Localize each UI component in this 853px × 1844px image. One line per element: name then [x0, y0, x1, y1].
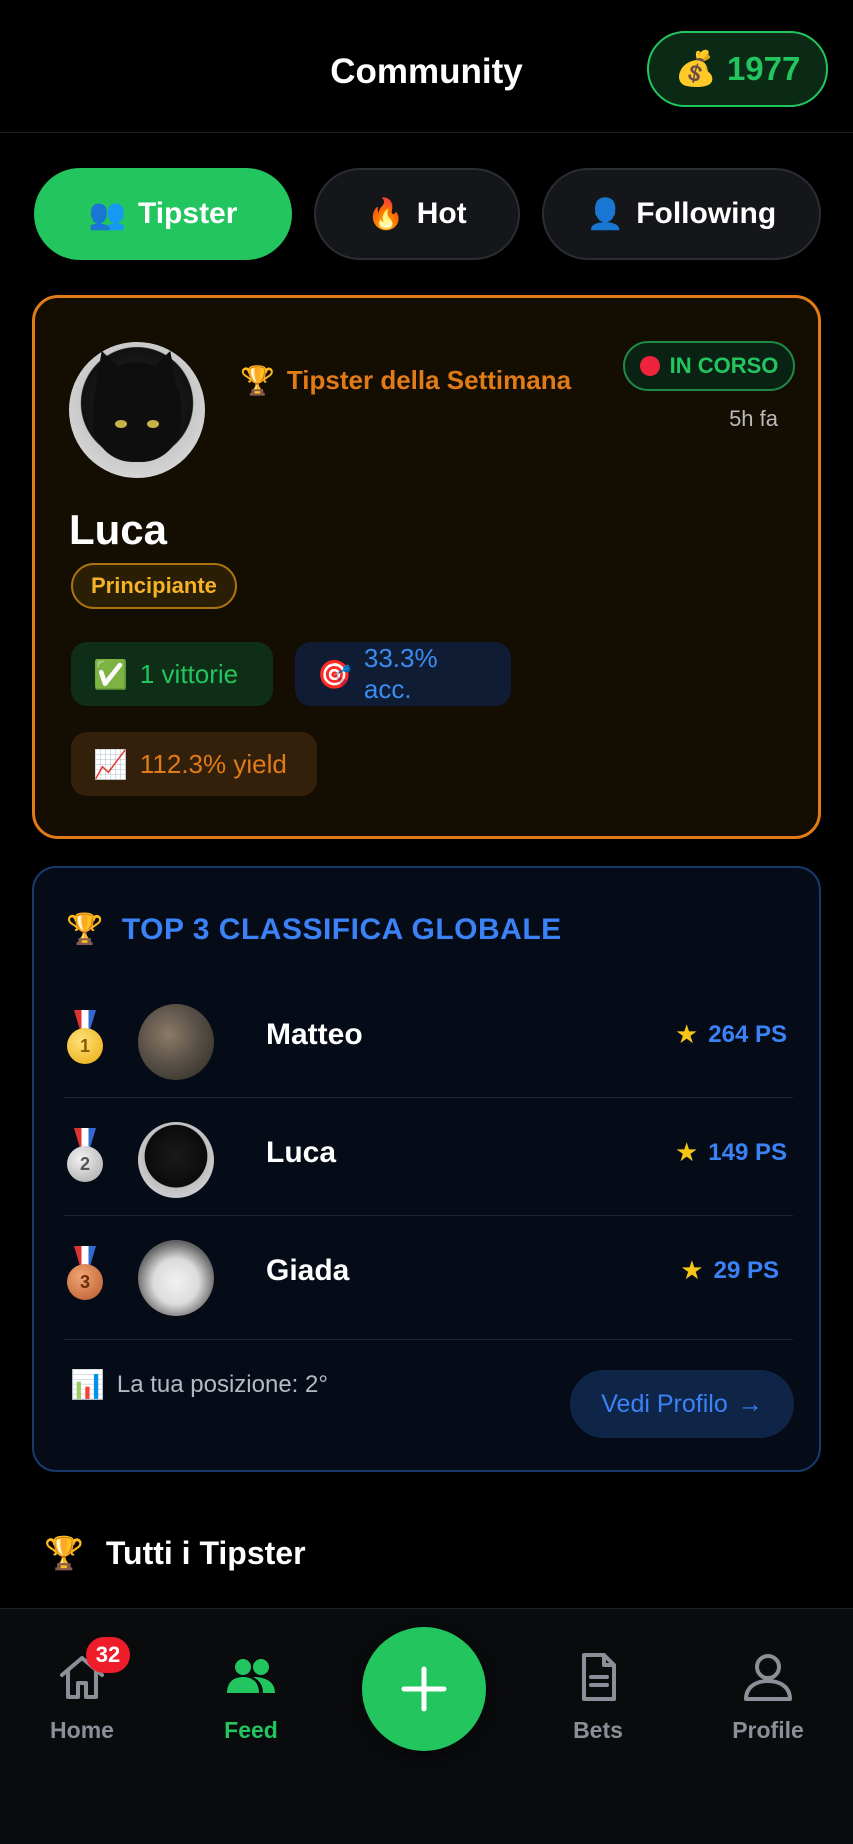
avatar[interactable]	[69, 342, 205, 478]
nav-home[interactable]: 32 Home	[22, 1637, 142, 1744]
trophy-icon: 🏆	[44, 1534, 84, 1572]
target-icon: 🎯	[317, 657, 352, 691]
leaderboard-points: ★ 149 PS	[674, 1138, 787, 1168]
avatar[interactable]	[138, 1004, 214, 1080]
fire-icon: 🔥	[367, 196, 405, 232]
leaderboard-points: ★ 264 PS	[674, 1020, 787, 1050]
accuracy-stat: 🎯 33.3% acc.	[295, 642, 511, 706]
wins-stat: ✅ 1 vittorie	[71, 642, 273, 706]
my-position: 📊 La tua posizione: 2°	[70, 1368, 328, 1401]
silver-medal-icon: 2	[67, 1128, 103, 1186]
coins-value: 1977	[726, 50, 801, 87]
money-bag-icon: 💰	[674, 49, 717, 89]
tab-tipster[interactable]: 👥 Tipster	[34, 168, 292, 260]
status-badge: IN CORSO	[623, 341, 795, 391]
home-icon: 32	[54, 1637, 130, 1705]
star-icon: ★	[674, 1138, 699, 1168]
plus-icon	[401, 1666, 447, 1712]
leaderboard-name: Giada	[266, 1254, 350, 1287]
gold-medal-icon: 1	[67, 1010, 103, 1068]
nav-profile[interactable]: Profile	[708, 1649, 828, 1744]
bottom-navigation: 32 Home Feed Bets Profile	[0, 1608, 853, 1844]
bronze-medal-icon: 3	[67, 1246, 103, 1304]
trophy-icon: 🏆	[66, 912, 104, 947]
leaderboard-row[interactable]: 3 Giada ★ 29 PS	[64, 1216, 793, 1340]
users-icon: 👥	[88, 196, 126, 232]
avatar[interactable]	[138, 1122, 214, 1198]
leaderboard-name: Luca	[266, 1136, 337, 1169]
arrow-right-icon: →	[737, 1389, 763, 1418]
check-icon: ✅	[93, 657, 128, 691]
chart-up-icon: 📈	[93, 747, 128, 781]
app-header: Community 💰 1977	[0, 0, 853, 133]
tab-hot[interactable]: 🔥 Hot	[314, 168, 520, 260]
trophy-icon: 🏆	[240, 364, 275, 397]
leaderboard-points: ★ 29 PS	[680, 1256, 779, 1286]
nav-bets[interactable]: Bets	[538, 1649, 658, 1744]
leaderboard-name: Matteo	[266, 1018, 363, 1051]
timestamp: 5h fa	[729, 406, 778, 431]
section-title: 🏆 Tutti i Tipster	[44, 1534, 306, 1572]
users-icon	[223, 1649, 279, 1705]
tipster-of-week-label: 🏆 Tipster della Settimana	[240, 364, 572, 397]
nav-feed[interactable]: Feed	[191, 1649, 311, 1744]
add-bet-button[interactable]	[362, 1627, 486, 1751]
star-icon: ★	[674, 1020, 699, 1050]
tipster-of-week-card[interactable]: 🏆 Tipster della Settimana IN CORSO 5h fa…	[32, 295, 821, 839]
coins-balance-button[interactable]: 💰 1977	[647, 31, 828, 107]
bar-chart-icon: 📊	[70, 1368, 105, 1401]
profile-icon	[740, 1649, 796, 1705]
leaderboard-card: 🏆 TOP 3 CLASSIFICA GLOBALE 1 Matteo ★ 26…	[32, 866, 821, 1472]
tab-label: Tipster	[137, 197, 238, 230]
tab-label: Following	[636, 197, 777, 230]
tab-following[interactable]: 👤 Following	[542, 168, 821, 260]
star-icon: ★	[680, 1256, 704, 1286]
avatar[interactable]	[138, 1240, 214, 1316]
document-icon	[570, 1649, 626, 1705]
leaderboard-row[interactable]: 2 Luca ★ 149 PS	[64, 1098, 793, 1216]
leaderboard-title: 🏆 TOP 3 CLASSIFICA GLOBALE	[66, 912, 562, 947]
yield-stat: 📈 112.3% yield	[71, 732, 317, 796]
leaderboard-row[interactable]: 1 Matteo ★ 264 PS	[64, 980, 793, 1098]
tab-label: Hot	[416, 197, 467, 230]
tipster-name: Luca	[69, 506, 168, 553]
live-dot-icon	[639, 356, 660, 376]
level-badge: Principiante	[71, 563, 237, 609]
view-profile-button[interactable]: Vedi Profilo →	[570, 1370, 794, 1438]
user-icon: 👤	[586, 196, 625, 232]
notification-badge: 32	[86, 1637, 130, 1673]
